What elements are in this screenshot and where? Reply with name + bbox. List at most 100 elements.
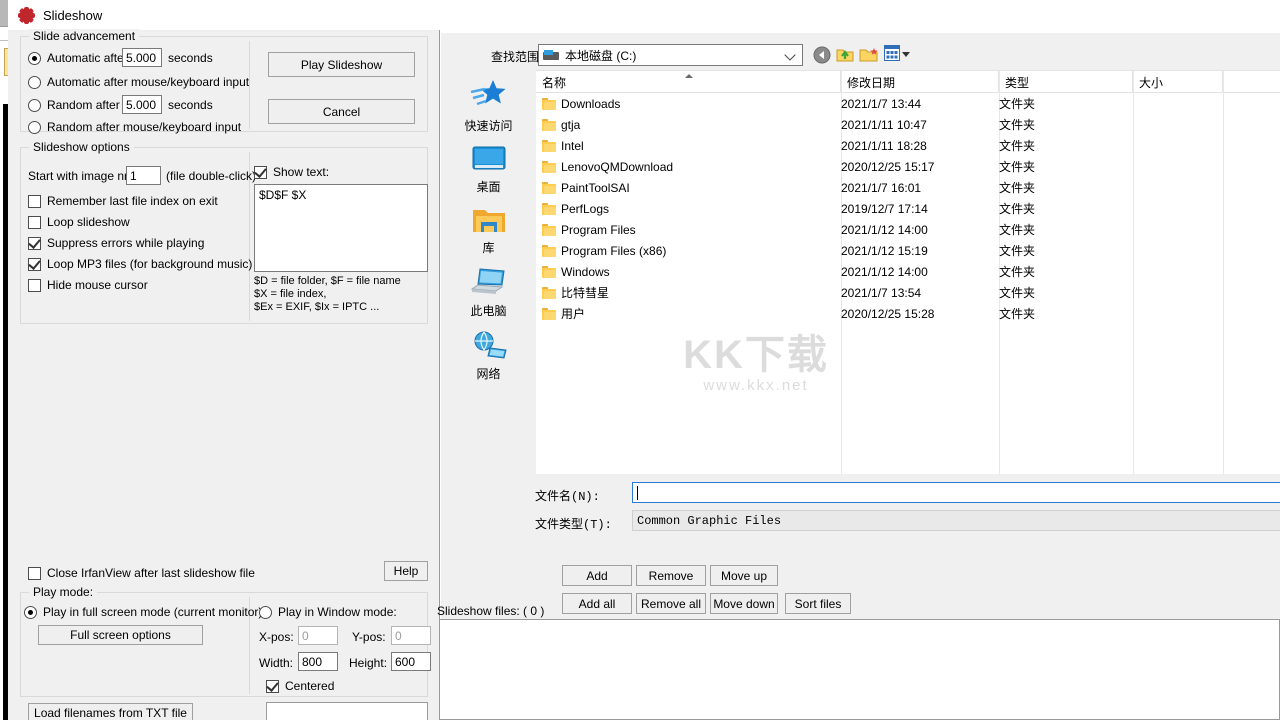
radio-random-after-input-indicator[interactable] [28,120,41,134]
move-up-button[interactable]: Move up [710,565,778,586]
checkbox-centered[interactable]: Centered [266,679,334,693]
radio-automatic-after-input-indicator[interactable] [28,75,41,89]
sort-files-button[interactable]: Sort files [785,593,851,614]
remove-button[interactable]: Remove [636,565,706,586]
cancel-button[interactable]: Cancel [268,99,415,124]
file-type: 文件夹 [999,202,1036,216]
remove-all-button[interactable]: Remove all [636,593,706,614]
column-header-type[interactable]: 类型 [999,71,1133,93]
checkbox-remember-last-index-indicator[interactable] [28,194,41,208]
radio-automatic-after[interactable]: Automatic after [28,51,128,65]
file-row-name-cell[interactable]: PerfLogs [542,198,609,219]
radio-full-screen-mode-indicator[interactable] [24,605,37,619]
start-with-image-input[interactable] [126,166,161,185]
checkbox-hide-mouse-cursor-indicator[interactable] [28,278,41,292]
filetype-combobox[interactable]: Common Graphic Files [632,510,1280,531]
checkbox-show-text-indicator[interactable] [254,165,267,179]
file-row[interactable]: 比特彗星 2021/1/7 13:54 文件夹 [536,282,1280,303]
radio-full-screen-mode[interactable]: Play in full screen mode (current monito… [24,605,262,619]
radio-random-after-input[interactable]: Random after mouse/keyboard input [28,120,241,134]
file-list[interactable]: 名称 修改日期 类型 大小 Downloads 2021/1/7 13:44 文件夹… [536,70,1280,475]
file-date: 2021/1/7 16:01 [841,180,922,195]
checkbox-loop-slideshow[interactable]: Loop slideshow [28,215,130,229]
filetype-label: 文件类型(T): [535,518,612,532]
xpos-input[interactable] [298,626,338,645]
file-list-body[interactable]: Downloads 2021/1/7 13:44 文件夹 gtja 2021/1/11 … [536,93,1280,475]
chevron-down-icon[interactable] [784,49,796,61]
views-caret-icon[interactable] [902,52,910,57]
checkbox-close-irfanview-indicator[interactable] [28,566,41,580]
checkbox-centered-indicator[interactable] [266,679,279,693]
file-row-name-cell[interactable]: LenovoQMDownload [542,156,673,177]
place-library[interactable]: 库 [446,206,532,256]
file-date: 2021/1/12 14:00 [841,264,928,279]
file-row-name-cell[interactable]: Downloads [542,93,620,114]
views-icon[interactable] [884,45,910,65]
file-row[interactable]: LenovoQMDownload 2020/12/25 15:17 文件夹 [536,156,1280,177]
column-header-size[interactable]: 大小 [1133,71,1223,93]
play-slideshow-button[interactable]: Play Slideshow [268,52,415,77]
ypos-input[interactable] [391,626,431,645]
place-this-pc[interactable]: 此电脑 [446,267,532,319]
back-icon[interactable] [812,45,832,65]
lookin-combobox[interactable]: 本地磁盘 (C:) [538,44,803,66]
checkbox-loop-mp3[interactable]: Loop MP3 files (for background music) [28,257,252,271]
new-folder-icon[interactable] [859,45,879,65]
file-row[interactable]: gtja 2021/1/11 10:47 文件夹 [536,114,1280,135]
radio-window-mode[interactable]: Play in Window mode: [259,605,397,619]
radio-automatic-after-indicator[interactable] [28,51,41,65]
radio-random-after-indicator[interactable] [28,98,41,112]
file-row-name-cell[interactable]: 用户 [542,303,585,324]
width-input[interactable] [298,652,338,671]
file-row[interactable]: Downloads 2021/1/7 13:44 文件夹 [536,93,1280,114]
place-this-pc-label: 此电脑 [470,304,507,318]
file-row[interactable]: 用户 2020/12/25 15:28 文件夹 [536,303,1280,324]
file-row-name-cell[interactable]: 比特彗星 [542,282,609,303]
checkbox-close-irfanview[interactable]: Close IrfanView after last slideshow fil… [28,566,255,580]
checkbox-loop-mp3-indicator[interactable] [28,257,41,271]
file-row-name-cell[interactable]: Program Files (x86) [542,240,666,261]
file-row[interactable]: Program Files (x86) 2021/1/12 15:19 文件夹 [536,240,1280,261]
slideshow-text-textarea[interactable]: $D$F $X [254,184,428,272]
place-desktop[interactable]: 桌面 [446,145,532,195]
checkbox-loop-slideshow-indicator[interactable] [28,215,41,229]
start-with-image-hint: (file double-click) [166,169,257,183]
add-button[interactable]: Add [562,565,632,586]
add-all-button[interactable]: Add all [562,593,632,614]
file-row-name-cell[interactable]: gtja [542,114,580,135]
load-filenames-txt-button[interactable]: Load filenames from TXT file [28,703,193,720]
file-row-name-cell[interactable]: PaintToolSAI [542,177,630,198]
slideshow-files-listbox[interactable] [439,619,1280,720]
checkbox-remember-last-index[interactable]: Remember last file index on exit [28,194,218,208]
full-screen-options-button[interactable]: Full screen options [38,625,203,645]
place-network[interactable]: 网络 [446,330,532,382]
file-row[interactable]: Program Files 2021/1/12 14:00 文件夹 [536,219,1280,240]
automatic-after-seconds-input[interactable] [122,48,162,67]
radio-window-mode-indicator[interactable] [259,605,272,619]
move-down-button[interactable]: Move down [710,593,778,614]
help-button[interactable]: Help [384,561,428,581]
checkbox-hide-mouse-cursor[interactable]: Hide mouse cursor [28,278,148,292]
checkbox-suppress-errors-indicator[interactable] [28,236,41,250]
file-type: 文件夹 [999,181,1036,195]
file-row[interactable]: PerfLogs 2019/12/7 17:14 文件夹 [536,198,1280,219]
file-row-name-cell[interactable]: Intel [542,135,584,156]
place-quick-access[interactable]: 快速访问 [446,78,532,134]
radio-random-after-label: Random after [47,98,120,112]
file-row[interactable]: Windows 2021/1/12 14:00 文件夹 [536,261,1280,282]
filename-input[interactable] [632,482,1280,503]
file-type: 文件夹 [999,97,1036,111]
file-row[interactable]: PaintToolSAI 2021/1/7 16:01 文件夹 [536,177,1280,198]
bottom-right-listbox[interactable] [266,702,428,720]
up-folder-icon[interactable] [835,45,855,65]
radio-random-after[interactable]: Random after [28,98,120,112]
column-header-date[interactable]: 修改日期 [841,71,999,93]
file-row[interactable]: Intel 2021/1/11 18:28 文件夹 [536,135,1280,156]
random-after-seconds-input[interactable] [122,95,162,114]
file-row-name-cell[interactable]: Program Files [542,219,636,240]
checkbox-suppress-errors[interactable]: Suppress errors while playing [28,236,204,250]
checkbox-show-text[interactable]: Show text: [254,165,329,179]
file-row-name-cell[interactable]: Windows [542,261,610,282]
radio-automatic-after-input[interactable]: Automatic after mouse/keyboard input [28,75,249,89]
height-input[interactable] [391,652,431,671]
